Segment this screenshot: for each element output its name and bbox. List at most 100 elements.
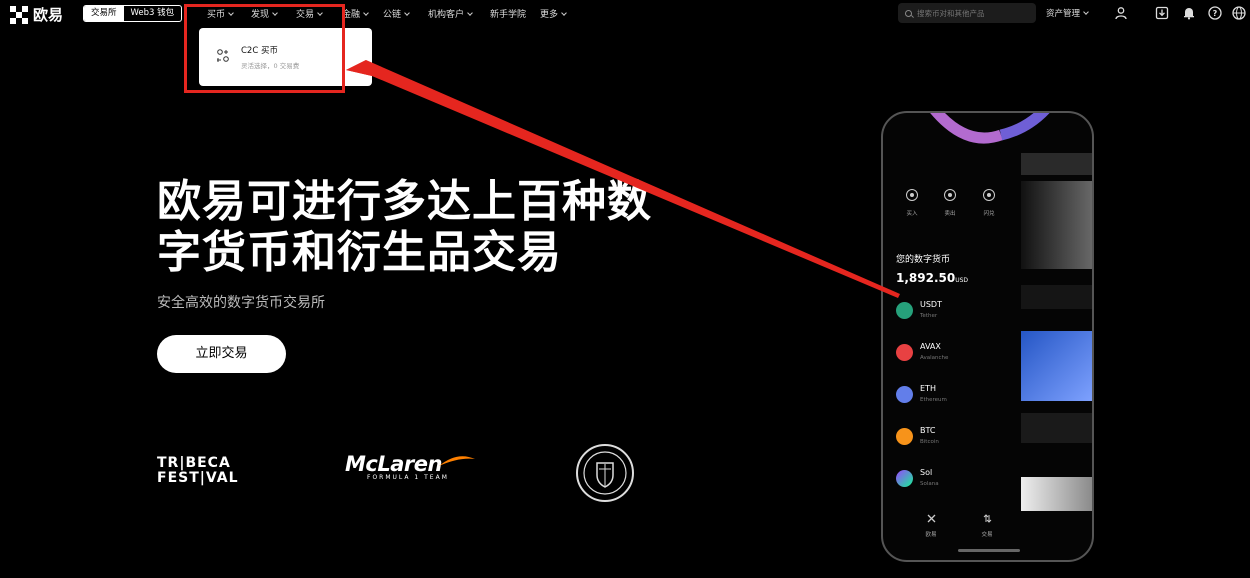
coin-row-sol[interactable]: Sol Solana: [896, 467, 1016, 497]
manchester-city-crest-icon: [576, 444, 634, 502]
nav-institutional-label: 机构客户: [428, 10, 465, 20]
sell-label: 卖出: [944, 211, 956, 217]
side-preview-pane: [1021, 153, 1092, 175]
hero-title: 欧易可进行多达上百种数 字货币和衍生品交易: [157, 176, 652, 278]
buy-icon: [906, 189, 918, 201]
bitcoin-icon: [896, 428, 913, 445]
coin-symbol: Sol: [920, 468, 933, 477]
ethereum-icon: [896, 386, 913, 403]
nav-buy-crypto-label: 买币: [207, 10, 226, 20]
user-icon[interactable]: [1114, 6, 1128, 20]
assets-amount: 1,892.50: [896, 271, 956, 285]
okx-tab-icon: [927, 514, 935, 523]
side-preview-pane: [1021, 181, 1092, 269]
chevron-down-icon: [228, 10, 234, 16]
sell-icon: [944, 189, 956, 201]
chevron-down-icon: [1083, 9, 1089, 15]
nav-academy[interactable]: 新手学院: [490, 7, 526, 20]
okx-logo-icon: [10, 5, 28, 24]
side-preview-pane: [1021, 477, 1092, 511]
exchange-tab[interactable]: 交易所: [84, 6, 124, 21]
nav-more[interactable]: 更多: [540, 7, 567, 20]
solana-icon: [896, 470, 913, 487]
exchange-wallet-switch: 交易所 Web3 钱包: [83, 5, 183, 22]
nav-more-label: 更多: [540, 10, 559, 20]
assets-title: 您的数字货币: [896, 255, 951, 265]
tab-okx-label: 欧易: [925, 532, 937, 538]
nav-institutional[interactable]: 机构客户: [428, 7, 473, 20]
coin-name: Solana: [920, 481, 939, 487]
svg-text:?: ?: [1213, 9, 1218, 18]
mclaren-subtitle: FORMULA 1 TEAM: [367, 474, 449, 481]
assets-unit: USD: [955, 277, 969, 284]
nav-finance-label: 金融: [342, 10, 361, 20]
trade-now-button[interactable]: 立即交易: [157, 335, 286, 373]
tether-icon: [896, 302, 913, 319]
search-box[interactable]: [898, 3, 1036, 23]
coin-symbol: AVAX: [920, 342, 941, 351]
coin-name: Tether: [920, 313, 938, 319]
asset-management-label: 资产管理: [1046, 9, 1081, 19]
coin-row-usdt[interactable]: USDT Tether: [896, 299, 1016, 329]
nav-chain[interactable]: 公链: [383, 7, 410, 20]
chevron-down-icon: [363, 10, 369, 16]
trade-tab-icon: [983, 514, 991, 523]
nav-chain-label: 公链: [383, 10, 402, 20]
tab-trade[interactable]: 交易: [972, 508, 1002, 538]
phone-mockup: 买入 卖出 闪兑 您的数字货币 1,892.50USD USDT Tether …: [881, 111, 1094, 562]
globe-icon[interactable]: [1232, 6, 1246, 20]
coin-symbol: USDT: [920, 300, 942, 309]
mclaren-name: McLaren: [345, 452, 442, 476]
chevron-down-icon: [404, 10, 410, 16]
nav-buy-crypto[interactable]: 买币: [207, 7, 234, 20]
bell-icon[interactable]: [1182, 6, 1196, 20]
coin-name: Bitcoin: [920, 439, 939, 445]
tab-okx[interactable]: 欧易: [916, 508, 946, 538]
buy-label: 买入: [906, 211, 918, 217]
coin-row-avax[interactable]: AVAX Avalanche: [896, 341, 1016, 371]
c2c-buy-link[interactable]: C2C 买币: [241, 44, 278, 56]
c2c-icon: [217, 49, 229, 62]
help-icon[interactable]: ?: [1208, 6, 1222, 20]
side-preview-pane: [1021, 413, 1092, 443]
chevron-down-icon: [272, 10, 278, 16]
home-indicator: [958, 549, 1020, 552]
top-nav: 欧易 交易所 Web3 钱包 买币 发现 交易 金融 公链 机构客户 新手学院 …: [0, 0, 1250, 26]
search-input[interactable]: [917, 8, 1032, 18]
buy-crypto-dropdown: C2C 买币 灵活选择，0 交易费: [199, 28, 372, 86]
tribeca-line1: TR|BECA: [157, 455, 231, 471]
nav-discover-label: 发现: [251, 10, 270, 20]
side-preview-pane: [1021, 285, 1092, 309]
chevron-down-icon: [561, 10, 567, 16]
mclaren-swoosh-icon: [439, 456, 475, 466]
nav-trade[interactable]: 交易: [296, 7, 323, 20]
hero-subtitle: 安全高效的数字货币交易所: [157, 295, 325, 311]
download-icon[interactable]: [1155, 6, 1169, 20]
coin-symbol: ETH: [920, 384, 936, 393]
nav-academy-label: 新手学院: [490, 10, 527, 20]
mclaren-logo: McLaren FORMULA 1 TEAM: [345, 452, 475, 481]
coin-symbol: BTC: [920, 426, 936, 435]
asset-management-menu[interactable]: 资产管理: [1046, 7, 1089, 19]
sell-action[interactable]: 卖出: [935, 189, 965, 217]
side-preview-pane: [1021, 331, 1092, 401]
chevron-down-icon: [317, 10, 323, 16]
search-icon: [905, 9, 912, 17]
tribeca-line2: FEST|VAL: [157, 470, 239, 486]
c2c-buy-description: 灵活选择，0 交易费: [241, 62, 300, 70]
nav-discover[interactable]: 发现: [251, 7, 278, 20]
buy-action[interactable]: 买入: [897, 189, 927, 217]
convert-action[interactable]: 闪兑: [974, 189, 1004, 217]
web3-wallet-tab[interactable]: Web3 钱包: [124, 6, 182, 21]
logo-text: 欧易: [33, 6, 64, 24]
coin-name: Ethereum: [920, 397, 947, 403]
tribeca-festival-logo: TR|BECA FEST|VAL: [157, 456, 239, 486]
logo[interactable]: 欧易: [10, 4, 63, 25]
nav-finance[interactable]: 金融: [342, 7, 369, 20]
convert-label: 闪兑: [983, 211, 995, 217]
nav-trade-label: 交易: [296, 10, 315, 20]
coin-name: Avalanche: [920, 355, 949, 361]
hero-title-line1: 欧易可进行多达上百种数: [157, 176, 652, 227]
coin-row-btc[interactable]: BTC Bitcoin: [896, 425, 1016, 455]
coin-row-eth[interactable]: ETH Ethereum: [896, 383, 1016, 413]
